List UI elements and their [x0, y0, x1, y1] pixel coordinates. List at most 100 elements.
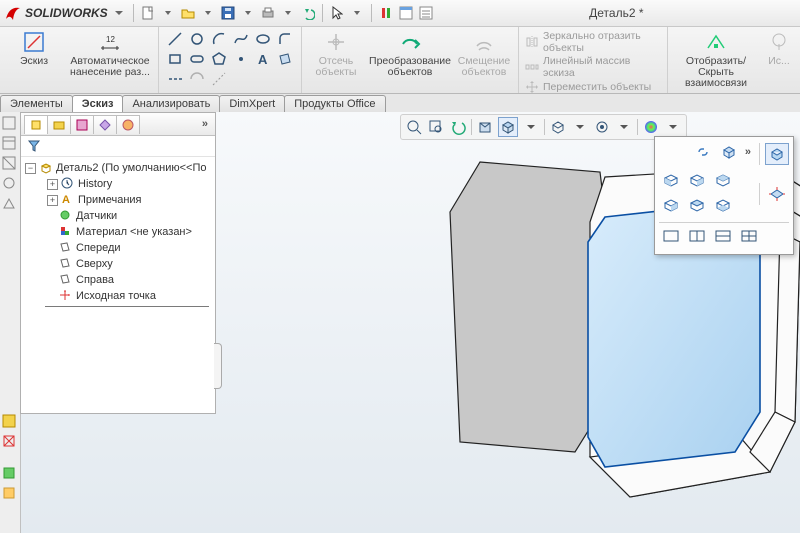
- panel-more-icon[interactable]: »: [198, 118, 212, 130]
- ellipse-icon[interactable]: [253, 30, 273, 48]
- left-view-icon[interactable]: [711, 169, 735, 191]
- dimxpert-tab[interactable]: [93, 115, 117, 134]
- construction-icon[interactable]: [209, 70, 229, 88]
- dock-item-icon[interactable]: [2, 466, 18, 482]
- tree-annotations[interactable]: + A Примечания: [25, 192, 215, 208]
- tree-sensors[interactable]: Датчики: [25, 208, 215, 224]
- select-icon[interactable]: [328, 4, 346, 22]
- window-2v-icon[interactable]: [711, 225, 735, 247]
- top-view-icon[interactable]: [685, 194, 709, 216]
- line-icon[interactable]: [165, 30, 185, 48]
- dock-item-icon[interactable]: [2, 414, 18, 430]
- prev-view-icon[interactable]: [449, 118, 467, 136]
- right-view-icon[interactable]: [659, 194, 683, 216]
- dock-item-icon[interactable]: [2, 136, 18, 152]
- options-icon[interactable]: [417, 4, 435, 22]
- dropdown-icon[interactable]: [664, 118, 682, 136]
- dock-item-icon[interactable]: [2, 486, 18, 502]
- dock-item-icon[interactable]: [2, 196, 18, 212]
- dropdown-icon[interactable]: [239, 4, 257, 22]
- linear-pattern-button[interactable]: Линейный массив эскиза: [525, 55, 661, 79]
- open-doc-icon[interactable]: [179, 4, 197, 22]
- new-doc-icon[interactable]: [139, 4, 157, 22]
- bottom-view-icon[interactable]: [711, 194, 735, 216]
- window-single-icon[interactable]: [659, 225, 683, 247]
- dropdown-icon[interactable]: [522, 118, 540, 136]
- rollback-bar[interactable]: [45, 306, 209, 307]
- plane-icon[interactable]: [275, 50, 295, 68]
- tree-plane-front[interactable]: Спереди: [25, 240, 215, 256]
- feature-tree-tab[interactable]: [24, 115, 48, 134]
- smart-dimension-button[interactable]: 12 Автоматическое нанесение раз...: [68, 30, 152, 78]
- rebuild-icon[interactable]: [377, 4, 395, 22]
- dock-item-icon[interactable]: [2, 434, 18, 450]
- sketch-button[interactable]: Эскиз: [6, 30, 62, 67]
- slot-icon[interactable]: [187, 50, 207, 68]
- dropdown-icon[interactable]: [279, 4, 297, 22]
- expand-icon[interactable]: +: [47, 179, 58, 190]
- hide-show-icon[interactable]: [593, 118, 611, 136]
- polygon-icon[interactable]: [209, 50, 229, 68]
- tree-plane-top[interactable]: Сверху: [25, 256, 215, 272]
- dropdown-icon[interactable]: [615, 118, 633, 136]
- zoom-area-icon[interactable]: [427, 118, 445, 136]
- trim-entities-button[interactable]: Отсечь объекты: [308, 30, 364, 78]
- tree-root[interactable]: − Деталь2 (По умолчанию<<По: [25, 160, 215, 176]
- ribbon-group-sketch: Эскиз 12 Автоматическое нанесение раз...: [0, 27, 159, 93]
- window-2h-icon[interactable]: [685, 225, 709, 247]
- dock-item-icon[interactable]: [2, 116, 18, 132]
- isometric-icon[interactable]: [717, 141, 741, 163]
- dropdown-icon[interactable]: [199, 4, 217, 22]
- display-style-icon[interactable]: [549, 118, 567, 136]
- menu-dropdown-icon[interactable]: [110, 4, 128, 22]
- save-icon[interactable]: [219, 4, 237, 22]
- fillet-icon[interactable]: [275, 30, 295, 48]
- dropdown-icon[interactable]: [348, 4, 366, 22]
- zoom-fit-icon[interactable]: [405, 118, 423, 136]
- circle-icon[interactable]: [187, 30, 207, 48]
- normal-to-icon[interactable]: [765, 183, 789, 205]
- undo-icon[interactable]: [299, 4, 317, 22]
- dropdown-icon[interactable]: [159, 4, 177, 22]
- link-views-icon[interactable]: [691, 141, 715, 163]
- options-icon[interactable]: [397, 4, 415, 22]
- view-orient-icon[interactable]: [498, 117, 518, 137]
- text-icon[interactable]: A: [253, 50, 273, 68]
- mirror-entities-button[interactable]: Зеркально отразить объекты: [525, 30, 661, 54]
- front-view-icon[interactable]: [659, 169, 683, 191]
- appearance-icon[interactable]: [642, 118, 660, 136]
- dock-item-icon[interactable]: [2, 156, 18, 172]
- point-icon[interactable]: [231, 50, 251, 68]
- tree-plane-right[interactable]: Справа: [25, 272, 215, 288]
- more-icon[interactable]: »: [743, 146, 753, 158]
- repair-sketch-button[interactable]: Ис...: [764, 30, 794, 67]
- display-manager-tab[interactable]: [116, 115, 140, 134]
- arc-icon[interactable]: [209, 30, 229, 48]
- expand-icon[interactable]: +: [47, 195, 58, 206]
- dock-item-icon[interactable]: [2, 176, 18, 192]
- panel-resize-handle[interactable]: [214, 343, 222, 389]
- dropdown-icon[interactable]: [571, 118, 589, 136]
- property-manager-tab[interactable]: [47, 115, 71, 134]
- collapse-icon[interactable]: −: [25, 163, 36, 174]
- convert-entities-button[interactable]: Преобразование объектов: [370, 30, 450, 78]
- tree-origin[interactable]: Исходная точка: [25, 288, 215, 304]
- display-relations-button[interactable]: Отобразить/Скрыть взаимосвязи: [674, 30, 758, 89]
- config-manager-tab[interactable]: [70, 115, 94, 134]
- rectangle-icon[interactable]: [165, 50, 185, 68]
- dimension-icon: 12: [98, 30, 122, 54]
- spline-icon[interactable]: [231, 30, 251, 48]
- tree-material[interactable]: Материал <не указан>: [25, 224, 215, 240]
- print-icon[interactable]: [259, 4, 277, 22]
- move-entities-button[interactable]: Переместить объекты: [525, 80, 661, 94]
- trim-tool-icon[interactable]: [187, 70, 207, 88]
- repair-icon: [767, 30, 791, 54]
- window-4-icon[interactable]: [737, 225, 761, 247]
- tree-history[interactable]: + History: [25, 176, 215, 192]
- offset-entities-button[interactable]: Смещение объектов: [456, 30, 512, 78]
- centerline-icon[interactable]: [165, 70, 185, 88]
- single-view-icon[interactable]: [765, 143, 789, 165]
- filter-icon[interactable]: [27, 139, 41, 153]
- section-view-icon[interactable]: [476, 118, 494, 136]
- back-view-icon[interactable]: [685, 169, 709, 191]
